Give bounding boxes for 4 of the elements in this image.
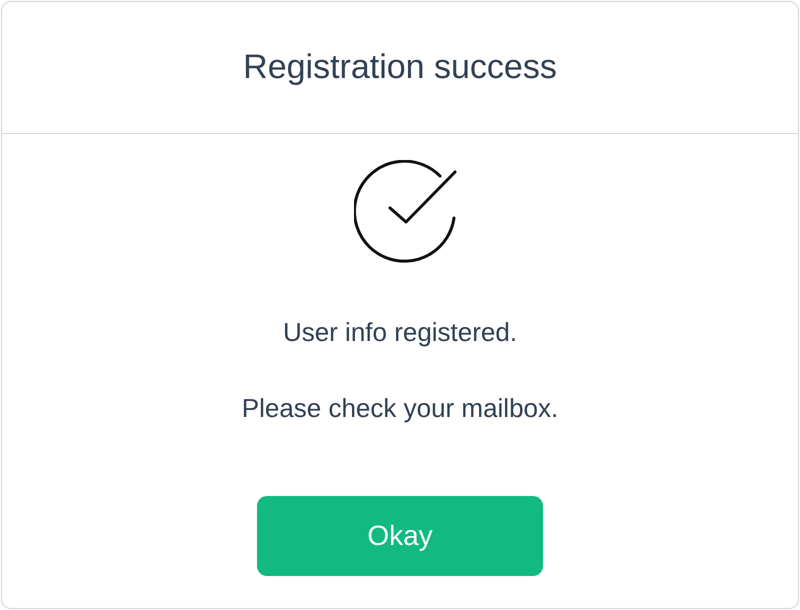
dialog-title: Registration success bbox=[243, 47, 557, 88]
okay-button[interactable]: Okay bbox=[257, 496, 543, 576]
message-text: Please check your mailbox. bbox=[242, 392, 558, 424]
message-text: User info registered. bbox=[282, 316, 518, 348]
